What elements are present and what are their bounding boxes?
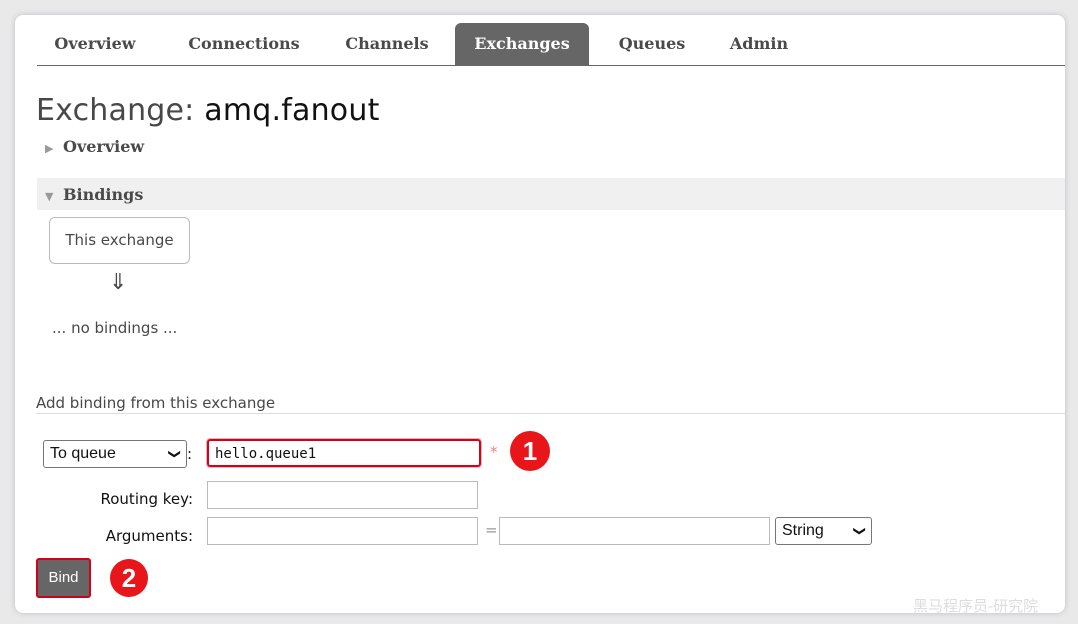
argument-value-input[interactable] (499, 517, 770, 545)
add-binding-header: Add binding from this exchange (36, 394, 276, 412)
bind-button[interactable]: Bind (36, 558, 91, 598)
tab-queues[interactable]: Queues (605, 23, 699, 65)
tab-channels[interactable]: Channels (329, 23, 445, 65)
main-nav-tabs: Overview Connections Channels Exchanges … (37, 23, 1065, 66)
this-exchange-box: This exchange (49, 217, 190, 264)
routing-key-input[interactable] (207, 481, 478, 509)
routing-key-label: Routing key: (100, 490, 194, 508)
tab-connections[interactable]: Connections (169, 23, 319, 65)
equals-sign: = (485, 521, 498, 539)
bindings-header-bar (37, 178, 1065, 210)
no-bindings-text: ... no bindings ... (52, 319, 178, 337)
exchange-name: amq.fanout (204, 93, 380, 128)
chevron-down-icon: ❯ (852, 525, 867, 537)
chevron-down-icon: ❯ (167, 448, 182, 460)
argument-key-input[interactable] (207, 517, 478, 545)
section-bindings-label: Bindings (63, 185, 144, 204)
title-prefix: Exchange: (36, 93, 195, 128)
double-down-arrow-icon: ⇓ (109, 270, 128, 295)
watermark: 黑马程序员-研究院 (913, 597, 1039, 613)
tab-exchanges[interactable]: Exchanges (455, 23, 589, 65)
annotation-badge-1: 1 (510, 431, 550, 471)
section-overview-label: Overview (63, 137, 145, 156)
page-title: Exchange: amq.fanout (36, 93, 380, 128)
arguments-label: Arguments: (105, 527, 193, 545)
destination-queue-input[interactable]: hello.queue1 (206, 438, 482, 468)
tab-overview[interactable]: Overview (37, 23, 153, 65)
argument-type-value: String (782, 522, 824, 539)
divider (36, 413, 1065, 414)
argument-type-select[interactable]: String ❯ (775, 517, 872, 545)
tab-admin[interactable]: Admin (719, 23, 799, 65)
required-mark: * (490, 443, 498, 461)
destination-type-value: To queue (50, 445, 116, 462)
management-panel: Overview Connections Channels Exchanges … (15, 15, 1065, 613)
annotation-badge-2: 2 (110, 559, 148, 597)
destination-type-select[interactable]: To queue ❯ (43, 440, 187, 468)
section-bindings-toggle[interactable]: ▼ Bindings (37, 185, 143, 204)
section-overview-toggle[interactable]: ▶ Overview (37, 137, 144, 156)
triangle-right-icon: ▶ (45, 142, 54, 155)
colon-label: : (187, 445, 193, 463)
triangle-down-icon: ▼ (45, 190, 54, 203)
